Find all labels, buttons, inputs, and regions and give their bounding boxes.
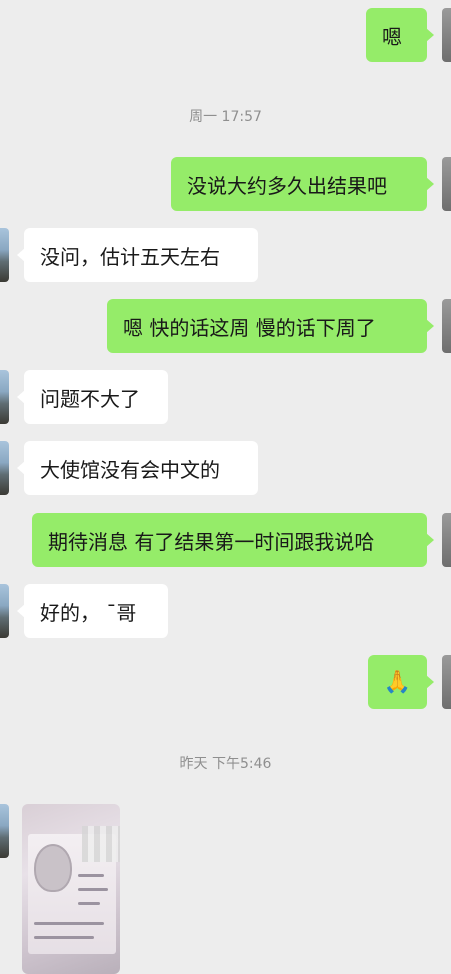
message-bubble-incoming[interactable]: 好的， ˉ哥 [17,584,168,638]
praying-hands-emoji: 🙏 [383,669,412,695]
blurred-region [82,826,120,862]
my-avatar[interactable] [442,157,451,211]
text-line [78,902,100,905]
message-text: 没说大约多久出结果吧 [187,173,387,198]
contact-avatar[interactable] [0,228,9,282]
message-bubble-outgoing[interactable]: 没说大约多久出结果吧 [171,157,434,211]
timestamp: 昨天 下午5:46 [179,756,272,772]
portrait-photo [34,844,72,892]
text-line [34,922,104,925]
message-text: 没问，估计五天左右 [40,244,220,269]
message-text: 嗯 [382,24,402,49]
contact-avatar[interactable] [0,441,9,495]
message-bubble-outgoing[interactable]: 嗯 快的话这周 慢的话下周了 [107,299,434,353]
text-line [78,888,108,891]
my-avatar[interactable] [442,299,451,353]
message-bubble-outgoing[interactable]: 嗯 [366,8,434,62]
message-text: 嗯 快的话这周 慢的话下周了 [123,315,376,340]
my-avatar[interactable] [442,8,451,62]
message-bubble-incoming[interactable]: 没问，估计五天左右 [17,228,258,282]
contact-avatar[interactable] [0,584,9,638]
contact-avatar[interactable] [0,370,9,424]
message-text: 大使馆没有会中文的 [40,457,220,482]
image-message[interactable] [22,804,120,974]
message-text: 期待消息 有了结果第一时间跟我说哈 [48,529,375,554]
contact-avatar[interactable] [0,804,9,858]
message-text: 问题不大了 [40,386,140,411]
message-bubble-outgoing[interactable]: 期待消息 有了结果第一时间跟我说哈 [32,513,434,567]
text-line [34,936,94,939]
text-line [78,874,104,877]
timestamp: 周一 17:57 [189,109,262,125]
message-bubble-incoming[interactable]: 大使馆没有会中文的 [17,441,258,495]
message-bubble-outgoing[interactable]: 🙏 [368,655,434,709]
my-avatar[interactable] [442,655,451,709]
my-avatar[interactable] [442,513,451,567]
message-bubble-incoming[interactable]: 问题不大了 [17,370,168,424]
message-text: 好的， ˉ哥 [40,600,137,625]
